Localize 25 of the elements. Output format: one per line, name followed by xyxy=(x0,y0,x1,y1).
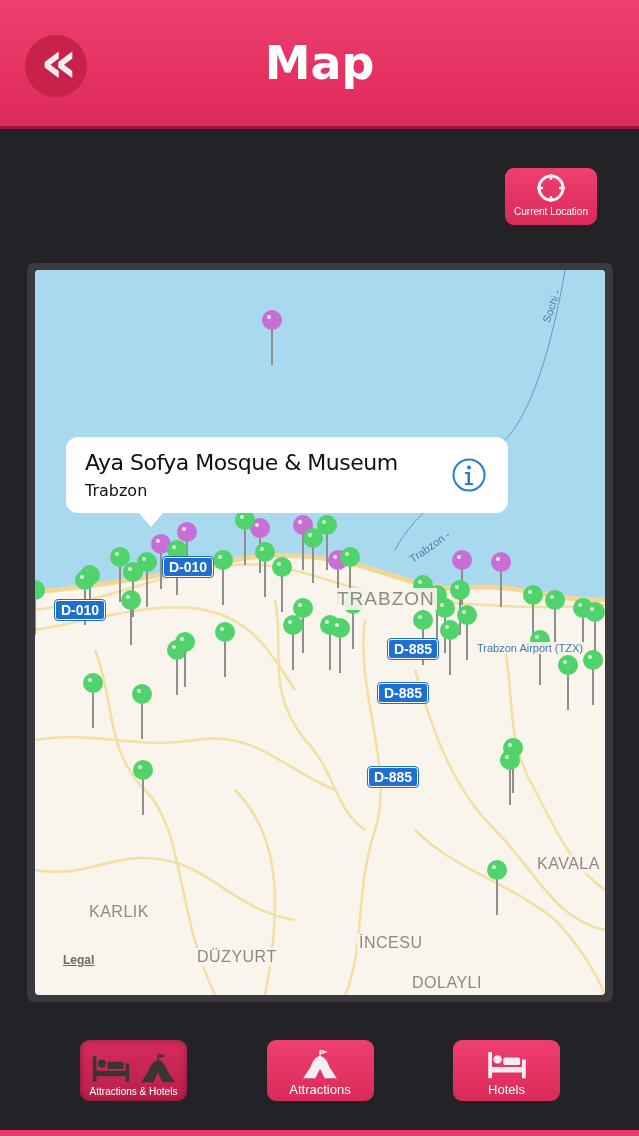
back-button[interactable]: « xyxy=(25,35,87,97)
legal-link[interactable]: Legal xyxy=(63,953,95,967)
filter-tab[interactable]: Attractions & Hotels xyxy=(80,1040,187,1101)
callout-subtitle: Trabzon xyxy=(85,481,149,500)
road-sign: D-010 xyxy=(55,600,106,620)
filter-tab[interactable]: Attractions xyxy=(266,1040,374,1101)
map-label: Sochi - xyxy=(540,287,563,325)
map-callout[interactable]: Aya Sofya Mosque & Museum Trabzon xyxy=(66,437,508,513)
map-label: KAVALA xyxy=(535,855,602,873)
map-label: TRABZON xyxy=(335,588,437,610)
road-sign: D-885 xyxy=(388,639,439,659)
road-sign: D-885 xyxy=(368,767,419,787)
tent-icon xyxy=(301,1050,339,1080)
map-label: DÜZYURT xyxy=(195,948,279,966)
map-label: Trabzon Airport (TZX) xyxy=(475,642,585,654)
info-icon[interactable] xyxy=(452,458,486,492)
callout-pointer xyxy=(139,513,163,527)
bed-icon xyxy=(90,1054,131,1084)
callout-title: Aya Sofya Mosque & Museum xyxy=(85,450,398,475)
crosshair-icon xyxy=(536,173,566,203)
road-sign: D-010 xyxy=(163,557,214,577)
page-title: Map xyxy=(264,36,375,90)
road-sign: D-885 xyxy=(378,683,429,703)
current-location-button[interactable]: Current Location xyxy=(505,168,597,225)
filter-tab[interactable]: Hotels xyxy=(453,1040,560,1101)
